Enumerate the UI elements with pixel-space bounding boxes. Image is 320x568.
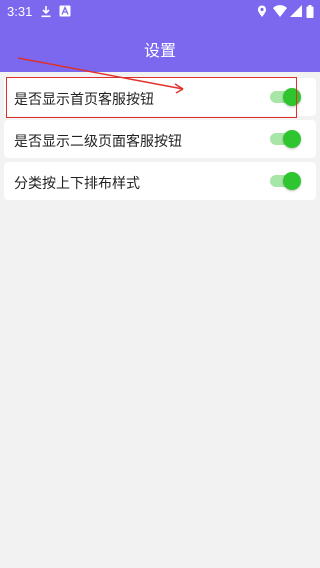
toggle-thumb [283,88,301,106]
setting-row-secondary-service-button: 是否显示二级页面客服按钮 [4,120,316,158]
category-layout-toggle[interactable] [270,172,301,190]
setting-row-category-layout: 分类按上下排布样式 [4,162,316,200]
wifi-icon [273,5,287,21]
toggle-thumb [283,172,301,190]
battery-icon [306,5,314,22]
toggle-thumb [283,130,301,148]
home-service-button-toggle[interactable] [270,88,301,106]
setting-label: 分类按上下排布样式 [14,176,140,192]
download-icon [40,5,52,22]
setting-row-home-service-button: 是否显示首页客服按钮 [4,78,316,116]
signal-icon [290,5,302,21]
a-notification-icon [59,5,71,21]
setting-label: 是否显示首页客服按钮 [14,92,154,108]
page-title: 设置 [143,41,176,60]
app-bar: 设置 [0,24,320,72]
status-bar: 3:31 [0,0,320,24]
location-icon [257,5,267,22]
setting-label: 是否显示二级页面客服按钮 [14,134,182,150]
secondary-service-button-toggle[interactable] [270,130,301,148]
status-time: 3:31 [7,4,33,19]
